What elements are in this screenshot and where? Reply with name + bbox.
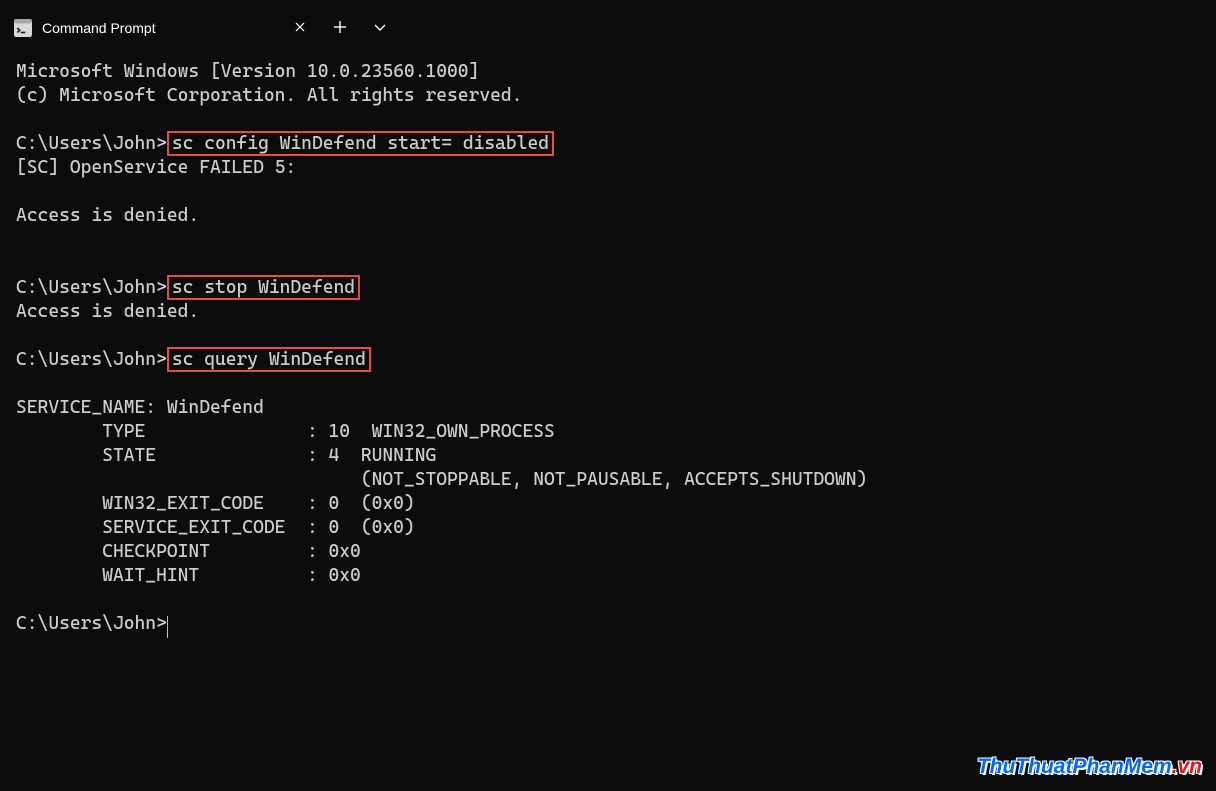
tab-dropdown-button[interactable] — [360, 8, 400, 48]
text-cursor — [167, 616, 169, 638]
output-line: Access is denied. — [16, 301, 199, 322]
output-line: [SC] OpenService FAILED 5: — [16, 157, 296, 178]
query-type: TYPE : 10 WIN32_OWN_PROCESS — [16, 421, 555, 442]
query-checkpoint: CHECKPOINT : 0x0 — [16, 541, 361, 562]
query-state: STATE : 4 RUNNING — [16, 445, 436, 466]
tab-command-prompt[interactable]: Command Prompt — [0, 8, 320, 48]
prompt: C:\Users\John> — [16, 133, 167, 154]
prompt: C:\Users\John> — [16, 613, 167, 634]
query-service-name: SERVICE_NAME: WinDefend — [16, 397, 264, 418]
tab-title: Command Prompt — [42, 20, 280, 36]
tab-close-button[interactable] — [290, 18, 310, 38]
query-state-flags: (NOT_STOPPABLE, NOT_PAUSABLE, ACCEPTS_SH… — [16, 469, 867, 490]
query-win32-exit-code: WIN32_EXIT_CODE : 0 (0x0) — [16, 493, 415, 514]
prompt: C:\Users\John> — [16, 349, 167, 370]
new-tab-button[interactable] — [320, 8, 360, 48]
titlebar: Command Prompt — [0, 0, 1216, 48]
watermark: ThuThuatPhanMem.vn — [977, 755, 1202, 779]
command-sc-config: sc config WinDefend start= disabled — [167, 131, 554, 156]
command-sc-query: sc query WinDefend — [167, 347, 371, 372]
output-line: Access is denied. — [16, 205, 199, 226]
cmd-icon — [14, 19, 32, 37]
banner-line: (c) Microsoft Corporation. All rights re… — [16, 85, 522, 106]
watermark-main: ThuThuatPhanMem — [977, 755, 1172, 778]
terminal-output[interactable]: Microsoft Windows [Version 10.0.23560.10… — [0, 48, 1216, 636]
close-icon — [295, 21, 305, 35]
command-sc-stop: sc stop WinDefend — [167, 275, 360, 300]
watermark-ext: .vn — [1172, 755, 1202, 778]
plus-icon — [333, 19, 347, 38]
chevron-down-icon — [373, 19, 387, 38]
banner-line: Microsoft Windows [Version 10.0.23560.10… — [16, 61, 479, 82]
query-service-exit-code: SERVICE_EXIT_CODE : 0 (0x0) — [16, 517, 415, 538]
prompt: C:\Users\John> — [16, 277, 167, 298]
query-wait-hint: WAIT_HINT : 0x0 — [16, 565, 361, 586]
